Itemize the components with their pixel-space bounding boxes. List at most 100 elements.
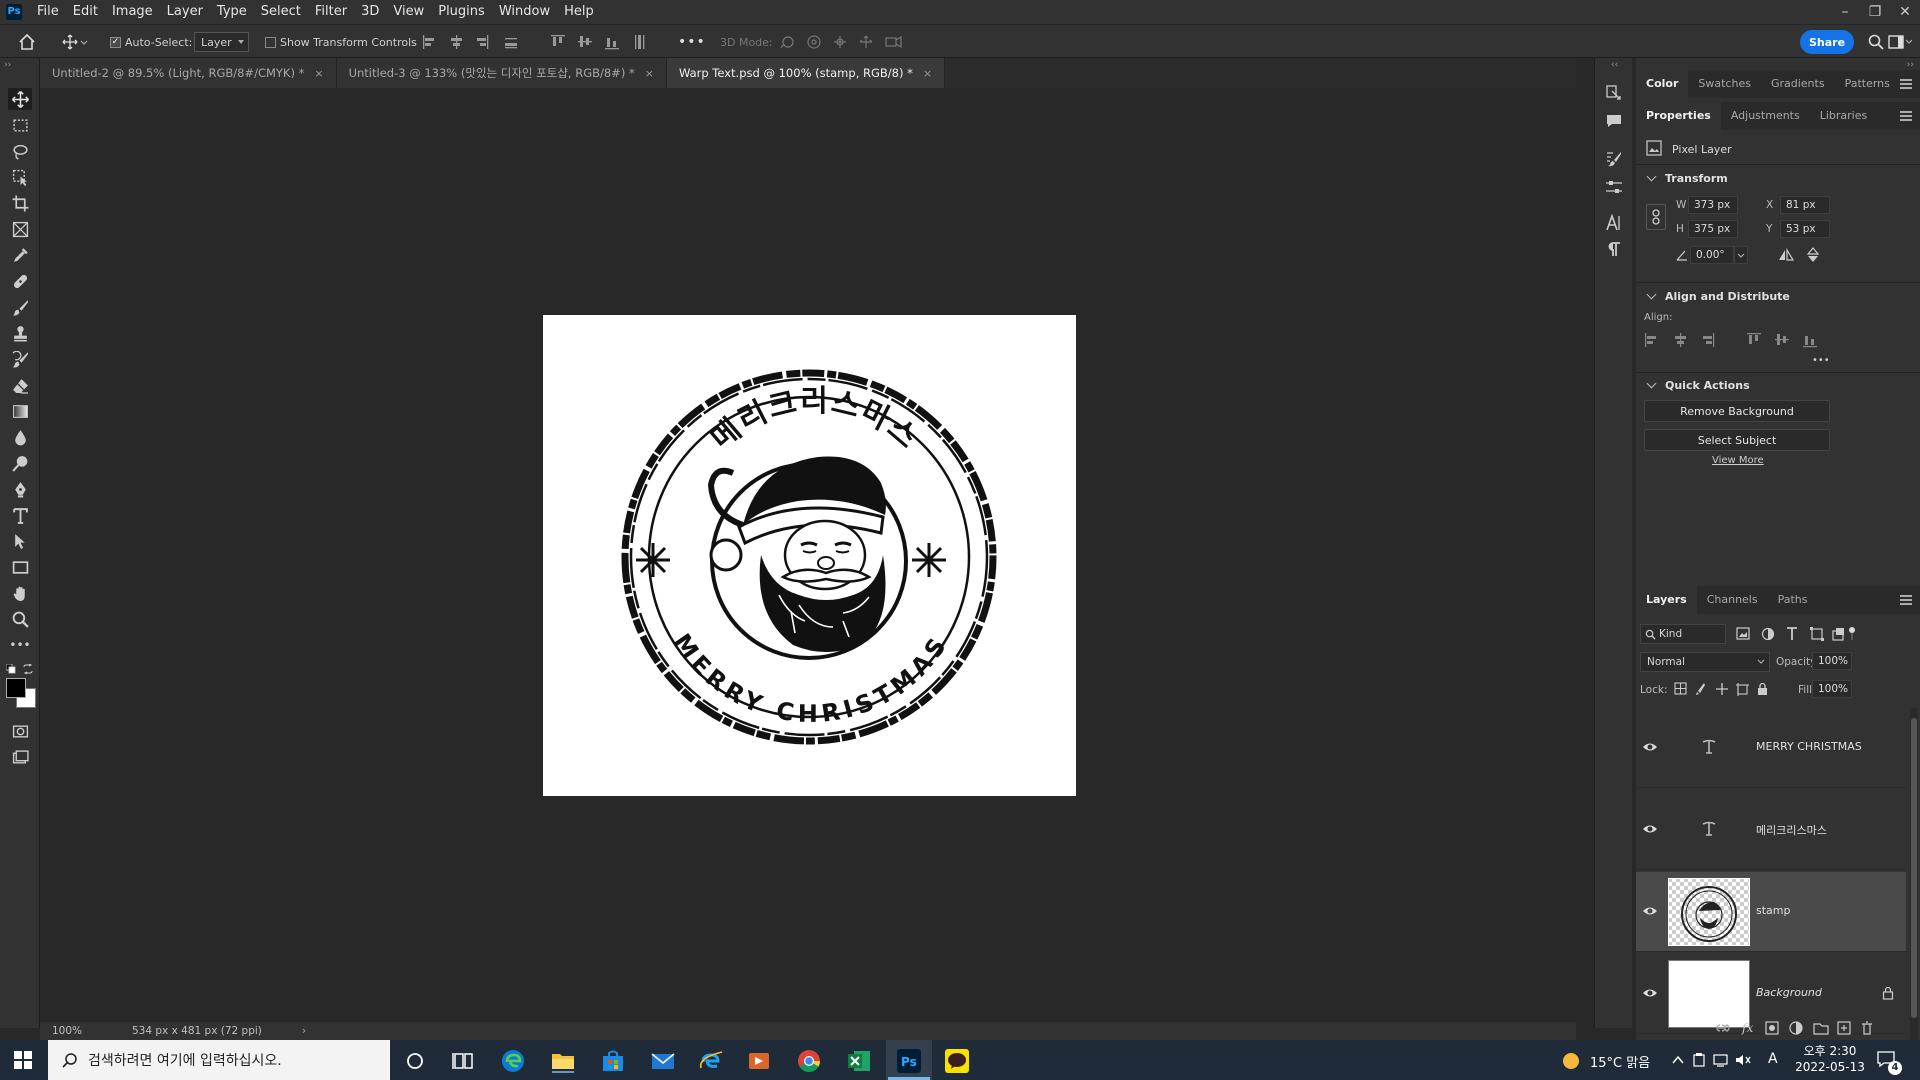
collapse-dock-icon[interactable]: ‹‹: [1611, 60, 1618, 70]
mail-icon[interactable]: [650, 1048, 676, 1074]
photoshop-taskbar-icon[interactable]: Ps: [896, 1048, 922, 1074]
menu-3d[interactable]: 3D: [354, 0, 386, 24]
history-brush-tool-icon[interactable]: [8, 348, 32, 370]
home-icon[interactable]: [18, 25, 36, 59]
taskbar-search-box[interactable]: 검색하려면 여기에 입력하십시오.: [48, 1040, 390, 1080]
tab-layers[interactable]: Layers: [1636, 586, 1697, 614]
quick-mask-icon[interactable]: [8, 720, 32, 742]
tab-warp-text[interactable]: Warp Text.psd @ 100% (stamp, RGB/8) * ×: [666, 58, 946, 88]
opacity-field[interactable]: 100%: [1812, 652, 1852, 670]
share-button[interactable]: Share: [1800, 30, 1854, 54]
scrollbar-thumb[interactable]: [1911, 718, 1917, 1018]
healing-brush-tool-icon[interactable]: [8, 270, 32, 292]
search-icon[interactable]: [1868, 25, 1884, 59]
document-canvas[interactable]: 메리크리스마스 MERRY CHRISTMAS: [543, 315, 1076, 796]
tab-gradients[interactable]: Gradients: [1761, 70, 1835, 98]
type-tool-icon[interactable]: [8, 504, 32, 526]
align-more-button[interactable]: •••: [1812, 355, 1830, 366]
layers-footer-buttons[interactable]: fx: [1716, 1020, 1916, 1036]
lock-icons[interactable]: [1674, 682, 1778, 696]
cortana-icon[interactable]: [402, 1048, 428, 1074]
media-app-icon[interactable]: [746, 1048, 772, 1074]
zoom-tool-icon[interactable]: [8, 608, 32, 630]
panel-menu-icon[interactable]: [1900, 111, 1912, 121]
restore-button[interactable]: ❐: [1860, 0, 1890, 24]
eyedropper-tool-icon[interactable]: [8, 244, 32, 266]
clone-stamp-tool-icon[interactable]: [8, 322, 32, 344]
kakaotalk-icon[interactable]: [944, 1048, 970, 1074]
file-explorer-icon[interactable]: [550, 1048, 576, 1074]
internet-explorer-icon[interactable]: [698, 1048, 724, 1074]
align-section-title[interactable]: Align and Distribute: [1646, 290, 1790, 303]
show-transform-controls-checkbox[interactable]: Show Transform Controls: [265, 25, 417, 59]
layer-row-merry-christmas[interactable]: MERRY CHRISTMAS: [1636, 708, 1906, 788]
task-view-icon[interactable]: [450, 1048, 476, 1074]
foreground-color-swatch[interactable]: [6, 678, 26, 698]
close-icon[interactable]: ×: [314, 67, 323, 80]
remove-background-button[interactable]: Remove Background: [1644, 400, 1830, 422]
tab-properties[interactable]: Properties: [1636, 102, 1721, 130]
collapse-toolbar-icon[interactable]: ››: [4, 60, 11, 70]
edge-browser-icon[interactable]: [500, 1048, 526, 1074]
frame-tool-icon[interactable]: [8, 218, 32, 240]
menu-view[interactable]: View: [386, 0, 431, 24]
tab-adjustments[interactable]: Adjustments: [1721, 102, 1810, 130]
lock-icon[interactable]: [1882, 986, 1894, 1000]
move-tool-icon[interactable]: [8, 88, 32, 110]
close-icon[interactable]: ×: [645, 67, 654, 80]
layers-scrollbar[interactable]: [1910, 708, 1918, 1048]
screen-mode-icon[interactable]: [8, 746, 32, 768]
status-menu-arrow[interactable]: ›: [302, 1025, 306, 1037]
zoom-level[interactable]: 100%: [52, 1025, 112, 1037]
ime-indicator[interactable]: A: [1768, 1051, 1778, 1067]
menu-type[interactable]: Type: [210, 0, 254, 24]
marquee-tool-icon[interactable]: [8, 114, 32, 136]
menu-plugins[interactable]: Plugins: [431, 0, 492, 24]
panel-menu-icon[interactable]: [1900, 595, 1912, 605]
blur-tool-icon[interactable]: [8, 426, 32, 448]
angle-dropdown[interactable]: [1734, 246, 1748, 264]
y-position-field[interactable]: 53 px: [1780, 220, 1830, 238]
swap-colors-icon[interactable]: [23, 664, 33, 674]
angle-field[interactable]: 0.00°: [1690, 246, 1734, 264]
tab-swatches[interactable]: Swatches: [1688, 70, 1761, 98]
minimize-button[interactable]: –: [1830, 0, 1860, 24]
link-dimensions-icon[interactable]: [1646, 204, 1666, 230]
hand-tool-icon[interactable]: [8, 582, 32, 604]
view-more-link[interactable]: View More: [1712, 455, 1764, 466]
eye-icon[interactable]: [1642, 740, 1658, 754]
menu-image[interactable]: Image: [105, 0, 160, 24]
fill-field[interactable]: 100%: [1812, 680, 1852, 698]
brush-settings-panel-icon[interactable]: [1605, 150, 1623, 168]
weather-text[interactable]: 15°C 맑음: [1590, 1052, 1650, 1071]
paragraph-panel-icon[interactable]: [1605, 240, 1623, 258]
expand-panels-icon[interactable]: ››: [1907, 60, 1914, 70]
menu-edit[interactable]: Edit: [66, 0, 105, 24]
eye-icon[interactable]: [1642, 822, 1658, 836]
transform-section-title[interactable]: Transform: [1646, 172, 1728, 185]
panel-menu-icon[interactable]: [1900, 79, 1912, 89]
path-selection-tool-icon[interactable]: [8, 530, 32, 552]
close-button[interactable]: ✕: [1890, 0, 1920, 24]
store-icon[interactable]: [600, 1048, 626, 1074]
menu-layer[interactable]: Layer: [160, 0, 210, 24]
object-selection-tool-icon[interactable]: [8, 166, 32, 188]
workspace-switcher-icon[interactable]: [1888, 25, 1912, 59]
rectangle-tool-icon[interactable]: [8, 556, 32, 578]
menu-filter[interactable]: Filter: [308, 0, 354, 24]
windows-start-icon[interactable]: [14, 1051, 32, 1069]
history-panel-icon[interactable]: [1605, 84, 1623, 102]
pen-tool-icon[interactable]: [8, 478, 32, 500]
menu-file[interactable]: File: [30, 0, 66, 24]
height-field[interactable]: 375 px: [1688, 220, 1738, 238]
auto-select-target-dropdown[interactable]: Layer: [194, 32, 249, 52]
tab-channels[interactable]: Channels: [1697, 586, 1768, 614]
chrome-icon[interactable]: [796, 1048, 822, 1074]
menu-window[interactable]: Window: [492, 0, 557, 24]
edit-toolbar-icon[interactable]: •••: [8, 634, 32, 656]
eye-icon[interactable]: [1642, 986, 1658, 1000]
crop-tool-icon[interactable]: [8, 192, 32, 214]
tab-untitled-3[interactable]: Untitled-3 @ 133% (맛있는 디자인 포토샵, RGB/8#) …: [336, 58, 667, 88]
layer-row-stamp[interactable]: stamp: [1636, 872, 1906, 952]
adjust-panel-icon[interactable]: [1605, 178, 1623, 196]
